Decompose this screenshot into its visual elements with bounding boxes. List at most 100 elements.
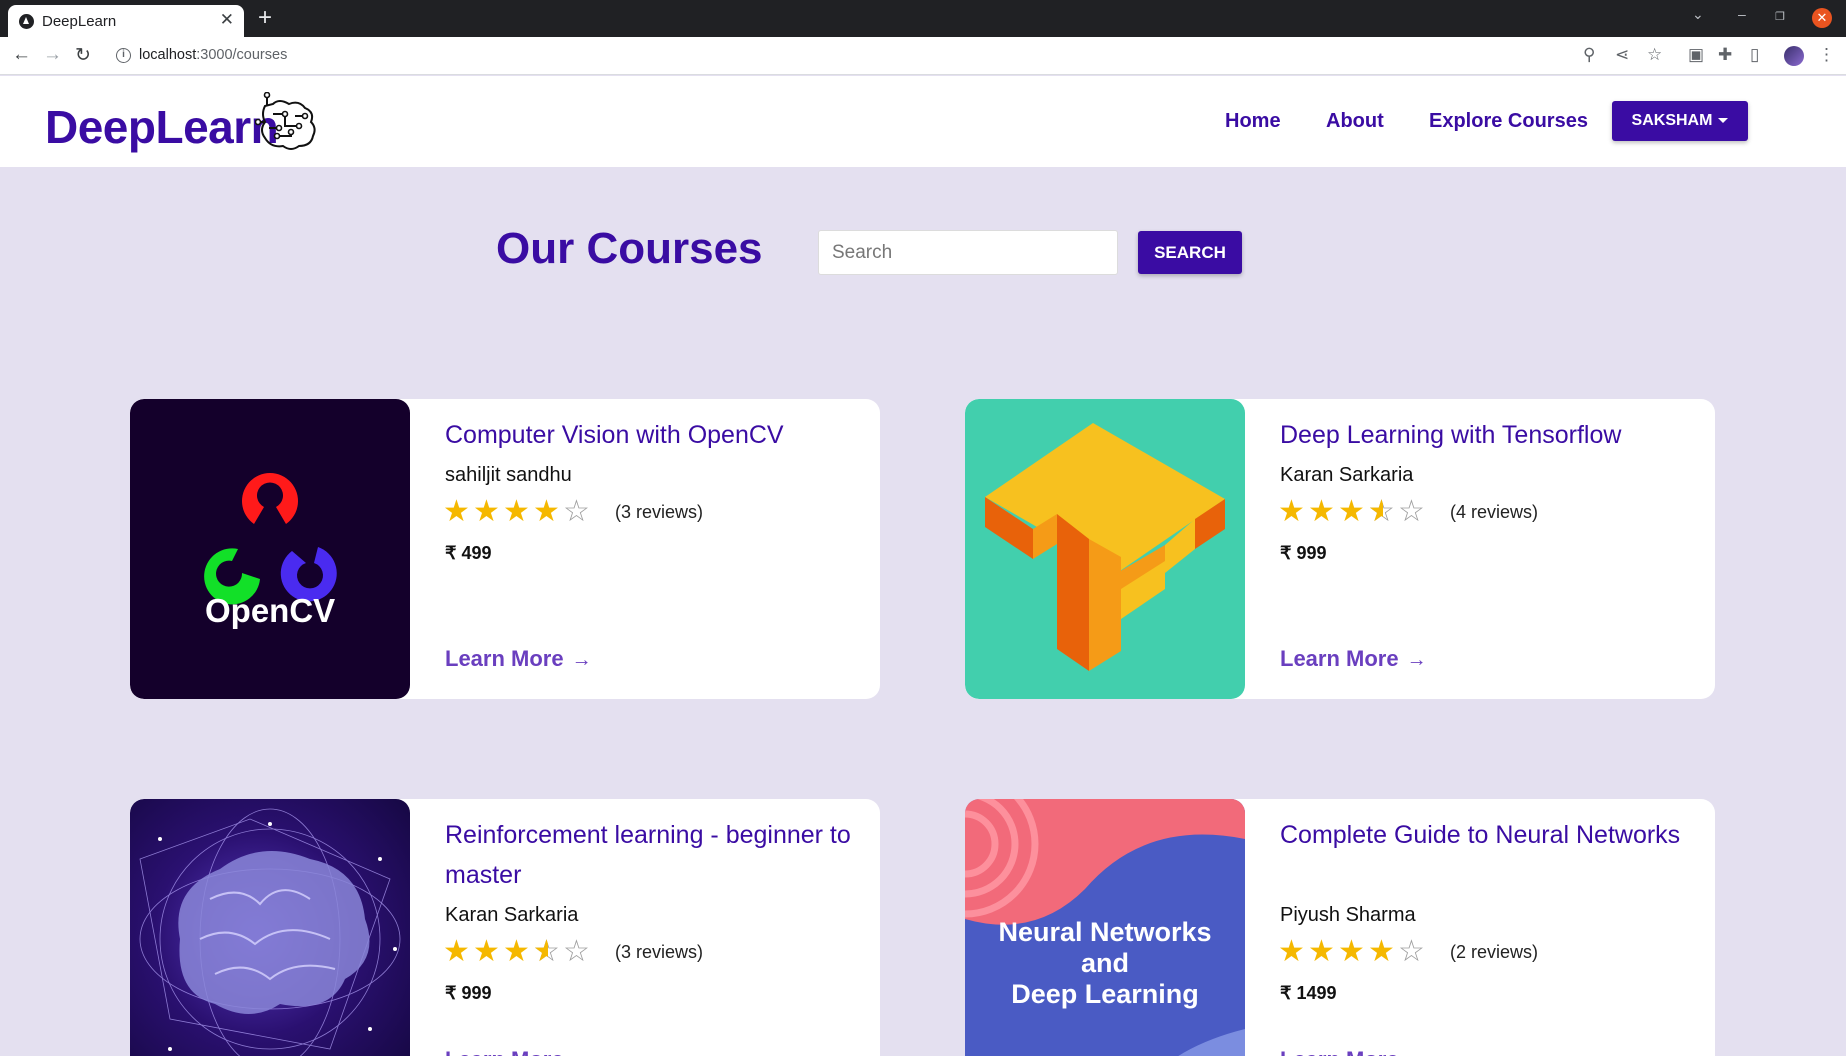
course-price: ₹ 499 <box>445 543 492 563</box>
bookmark-star-icon[interactable]: ☆ <box>1647 45 1662 65</box>
course-thumbnail-label: OpenCV <box>205 592 336 629</box>
star-half-icon: ☆ <box>533 937 563 968</box>
learn-more-link[interactable]: Learn More → <box>445 1047 592 1056</box>
course-price: ₹ 999 <box>1280 543 1327 563</box>
star-filled-icon: ★ <box>1368 935 1395 968</box>
brand-name[interactable]: DeepLearn <box>45 100 279 154</box>
star-filled-icon: ★ <box>503 935 530 968</box>
brain-network-icon <box>139 808 401 1056</box>
learn-more-link[interactable]: Learn More → <box>1280 646 1427 672</box>
arrow-right-icon: → <box>572 1050 592 1056</box>
nav-home-link[interactable]: Home <box>1225 110 1281 133</box>
review-count: (3 reviews) <box>615 942 704 962</box>
url-path: :3000/courses <box>196 47 288 63</box>
url-field[interactable]: localhost:3000/courses <box>139 47 287 63</box>
browser-tab-bar: DeepLearn ✕ + ⌄ – ❐ ✕ <box>0 0 1846 37</box>
course-author: Karan Sarkaria <box>1280 464 1414 486</box>
tab-title: DeepLearn <box>42 13 117 30</box>
rating-stars: ★ ★ ★ ★ ☆ <box>1278 937 1428 967</box>
side-panel-icon[interactable]: ▯ <box>1750 45 1759 65</box>
page-title: Our Courses <box>496 224 763 273</box>
profile-avatar[interactable] <box>1784 46 1804 66</box>
arrow-right-icon: → <box>571 649 592 671</box>
tab-list-chevron-icon[interactable]: ⌄ <box>1692 6 1704 23</box>
learn-more-label: Learn More <box>445 646 564 671</box>
rating-stars: ★★★☆☆ <box>443 935 593 968</box>
star-filled-icon: ★ <box>443 935 470 968</box>
url-host: localhost <box>139 47 197 63</box>
star-filled-icon: ★ <box>1278 935 1305 968</box>
back-icon[interactable]: ← <box>12 44 31 66</box>
arrow-right-icon: → <box>1407 1050 1427 1056</box>
review-count: (4 reviews) <box>1450 502 1539 522</box>
course-author: sahiljit sandhu <box>445 464 572 486</box>
star-filled-icon: ★ <box>473 935 500 968</box>
browser-tab[interactable]: DeepLearn ✕ <box>8 5 244 37</box>
browser-menu-icon[interactable]: ⋮ <box>1818 45 1835 65</box>
star-empty-icon: ☆ <box>1398 495 1425 528</box>
learn-more-link[interactable]: Learn More → <box>445 646 592 672</box>
brain-circuit-logo-icon <box>255 92 316 150</box>
course-thumbnail-neural-networks[interactable]: Neural Networks and Deep Learning <box>965 799 1245 1056</box>
minimize-icon[interactable]: – <box>1738 6 1746 22</box>
zoom-icon[interactable]: ⚲ <box>1583 45 1595 65</box>
tab-favicon-icon <box>19 14 34 29</box>
star-empty-icon: ☆ <box>563 935 590 968</box>
extension-badge-icon[interactable]: ▣ <box>1688 45 1704 65</box>
star-filled-icon: ★ <box>443 495 470 528</box>
site-info-icon[interactable]: i <box>116 48 131 63</box>
learn-more-label: Learn More <box>1280 1047 1399 1056</box>
arrow-right-icon: → <box>1406 649 1427 671</box>
tensorflow-logo-icon <box>985 423 1225 671</box>
search-button[interactable]: SEARCH <box>1138 231 1242 274</box>
star-empty-icon: ☆ <box>1398 935 1425 968</box>
star-half-icon: ☆ <box>1368 497 1398 528</box>
user-name: SAKSHAM <box>1631 112 1713 129</box>
thumbnail-line: and <box>1080 948 1129 978</box>
course-title[interactable]: Reinforcement learning - beginner to mas… <box>445 815 855 895</box>
course-thumbnail-opencv[interactable]: OpenCV <box>130 399 410 699</box>
new-tab-icon[interactable]: + <box>258 4 272 32</box>
course-price: ₹ 999 <box>445 983 492 1003</box>
user-menu-button[interactable]: SAKSHAM <box>1612 101 1748 141</box>
rating-stars: ★★★☆☆ <box>1278 495 1428 528</box>
thumbnail-line: Deep Learning <box>1011 979 1199 1009</box>
star-filled-icon: ★ <box>533 495 560 528</box>
tab-close-icon[interactable]: ✕ <box>220 10 234 30</box>
review-count: (3 reviews) <box>615 502 704 522</box>
course-card: OpenCV Computer Vision with OpenCV sahil… <box>130 399 880 699</box>
nav-explore-courses-link[interactable]: Explore Courses <box>1429 110 1588 133</box>
star-filled-icon: ★ <box>1278 495 1305 528</box>
share-icon[interactable]: ⋖ <box>1615 45 1629 65</box>
course-thumbnail-tensorflow[interactable] <box>965 399 1245 699</box>
extensions-puzzle-icon[interactable]: ✚ <box>1718 45 1732 65</box>
star-filled-icon: ★ <box>1338 495 1365 528</box>
learn-more-label: Learn More <box>445 1047 564 1056</box>
course-author: Piyush Sharma <box>1280 904 1416 926</box>
star-filled-icon: ★ <box>503 495 530 528</box>
course-thumbnail-text: Neural Networks and Deep Learning <box>965 917 1245 1010</box>
course-title[interactable]: Deep Learning with Tensorflow <box>1280 415 1690 455</box>
window-close-icon[interactable]: ✕ <box>1812 8 1832 28</box>
restore-icon[interactable]: ❐ <box>1775 10 1785 23</box>
course-author: Karan Sarkaria <box>445 904 579 926</box>
star-filled-icon: ★ <box>473 495 500 528</box>
thumbnail-line: Neural Networks <box>998 917 1212 947</box>
star-filled-icon: ★ <box>1308 935 1335 968</box>
caret-down-icon <box>1718 118 1729 124</box>
opencv-logo-icon <box>204 473 337 605</box>
learn-more-link[interactable]: Learn More → <box>1280 1047 1427 1056</box>
search-input[interactable] <box>818 230 1118 275</box>
course-title[interactable]: Complete Guide to Neural Networks <box>1280 815 1690 855</box>
course-thumbnail-brain[interactable] <box>130 799 410 1056</box>
learn-more-label: Learn More <box>1280 646 1399 671</box>
course-price: ₹ 1499 <box>1280 983 1337 1003</box>
course-title[interactable]: Computer Vision with OpenCV <box>445 415 855 455</box>
reload-icon[interactable]: ↻ <box>75 44 91 67</box>
star-empty-icon: ☆ <box>563 495 590 528</box>
nav-about-link[interactable]: About <box>1326 110 1384 133</box>
course-card: Reinforcement learning - beginner to mas… <box>130 799 880 1056</box>
forward-icon[interactable]: → <box>43 44 62 66</box>
course-card: Neural Networks and Deep Learning Comple… <box>965 799 1715 1056</box>
rating-stars: ★ ★ ★ ★ ☆ <box>443 497 593 527</box>
